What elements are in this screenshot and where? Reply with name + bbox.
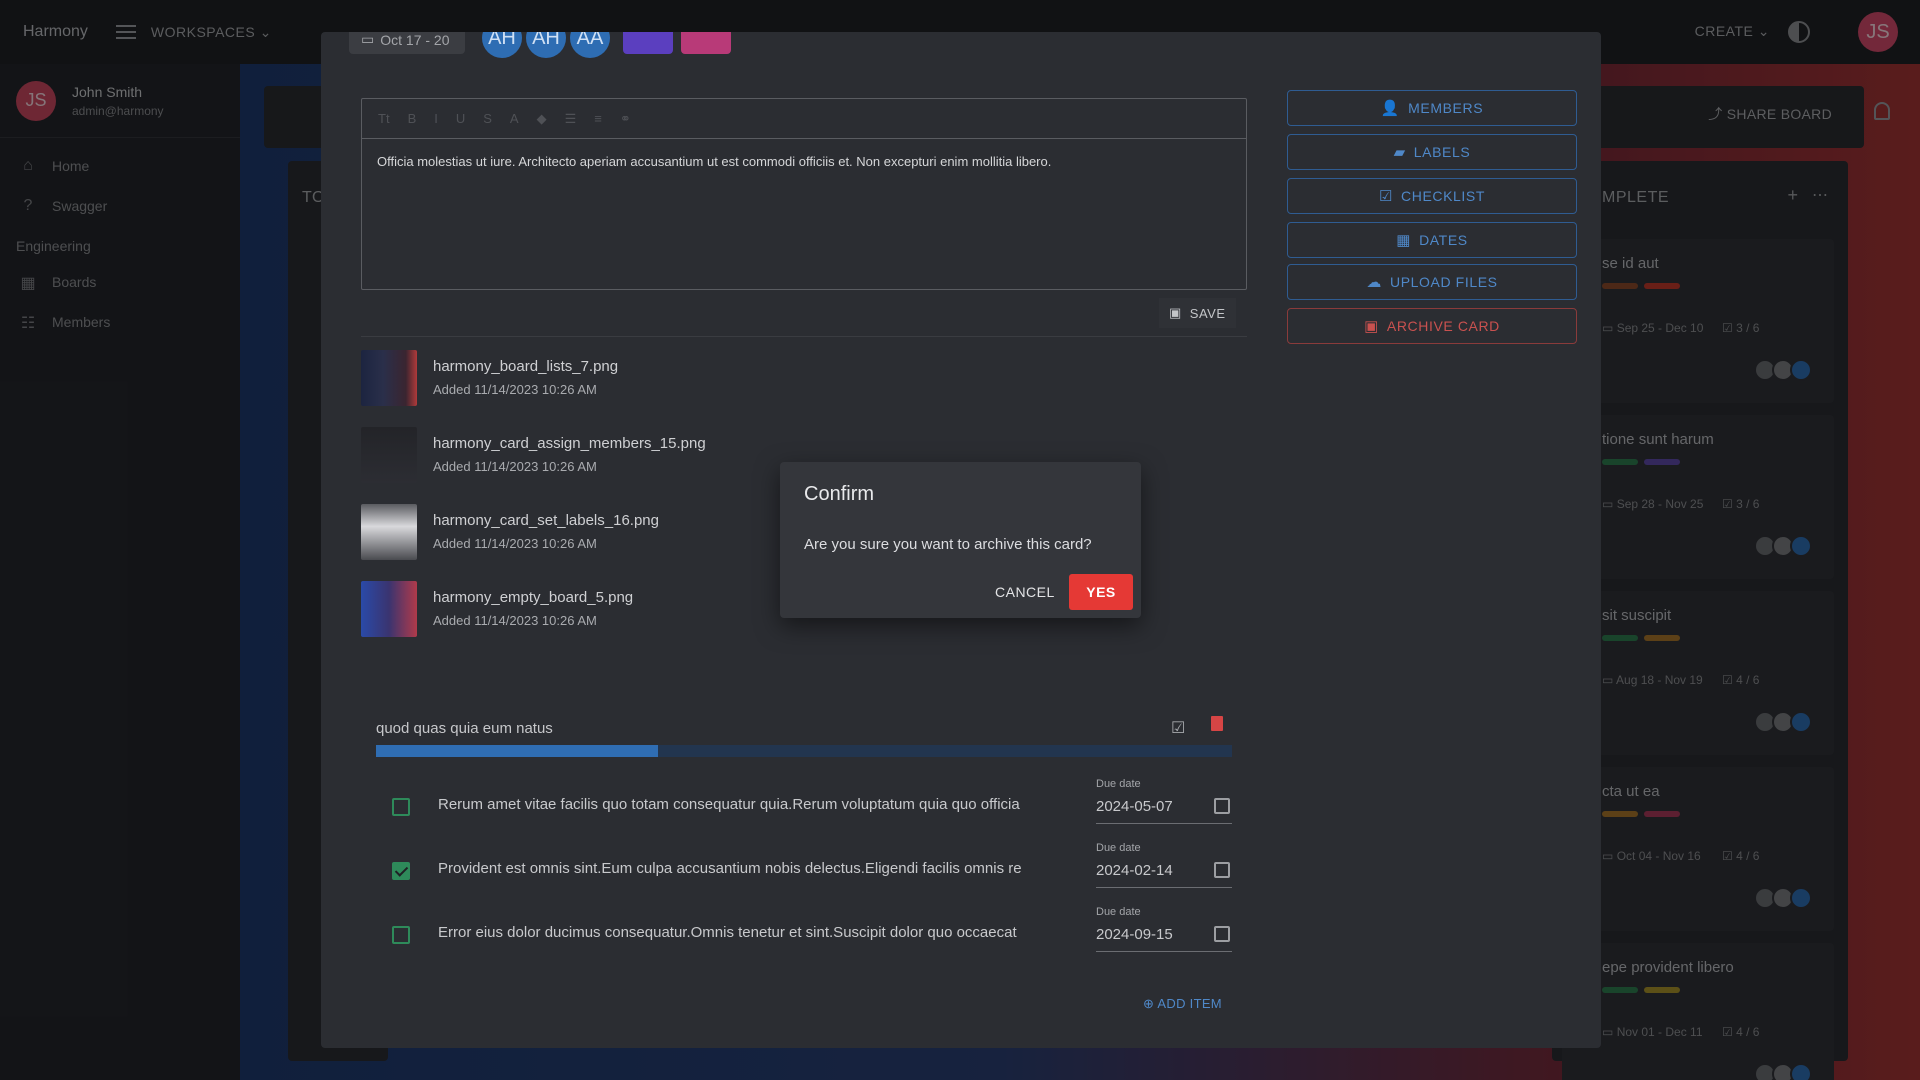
attachment-thumbnail bbox=[361, 504, 417, 560]
checkbox[interactable] bbox=[392, 798, 410, 816]
confirm-yes-button[interactable]: YES bbox=[1069, 574, 1133, 610]
dates-button[interactable]: ▦ DATES bbox=[1287, 222, 1577, 258]
editor-toolbar: Tt B I U S A ◆ ☰ ≡ ⚭ bbox=[362, 99, 1246, 139]
attachment-date: Added 11/14/2023 10:26 AM bbox=[433, 613, 597, 628]
text-color-icon[interactable]: A bbox=[510, 111, 519, 126]
italic-icon[interactable]: I bbox=[434, 111, 438, 126]
save-label: SAVE bbox=[1189, 305, 1226, 321]
checklist-icon: ☑ bbox=[1378, 188, 1394, 205]
checklist-progress-bar bbox=[376, 745, 1232, 757]
label-chip[interactable] bbox=[623, 32, 673, 54]
dialog-message: Are you sure you want to archive this ca… bbox=[804, 536, 1092, 553]
attachment-date: Added 11/14/2023 10:26 AM bbox=[433, 536, 597, 551]
archive-icon: ▣ bbox=[1364, 318, 1379, 335]
checklist-button[interactable]: ☑ CHECKLIST bbox=[1287, 178, 1577, 214]
calendar-icon: ▦ bbox=[1396, 232, 1412, 249]
checklist-item: Error eius dolor ducimus consequatur.Omn… bbox=[376, 902, 1232, 962]
add-circle-icon: ⊕ bbox=[1143, 996, 1155, 1011]
attachment-name: harmony_card_set_labels_16.png bbox=[433, 512, 659, 529]
due-date-label: Due date bbox=[1096, 842, 1141, 854]
date-chip-label: Oct 17 - 20 bbox=[380, 32, 450, 48]
confirm-dialog: Confirm Are you sure you want to archive… bbox=[780, 462, 1141, 618]
calendar-icon[interactable] bbox=[1214, 862, 1230, 878]
checkbox[interactable] bbox=[392, 862, 410, 880]
calendar-icon[interactable] bbox=[1214, 798, 1230, 814]
delete-icon[interactable] bbox=[1211, 716, 1223, 731]
action-label: DATES bbox=[1419, 232, 1468, 248]
date-chip[interactable]: ▭ Oct 17 - 20 bbox=[349, 32, 465, 54]
attachment-date: Added 11/14/2023 10:26 AM bbox=[433, 459, 597, 474]
due-date-label: Due date bbox=[1096, 778, 1141, 790]
due-date-field[interactable]: 2024-02-14 bbox=[1096, 862, 1232, 888]
save-button[interactable]: ▣ SAVE bbox=[1159, 298, 1236, 328]
checklist-title: quod quas quia eum natus bbox=[376, 720, 553, 737]
archive-card-button[interactable]: ▣ ARCHIVE CARD bbox=[1287, 308, 1577, 344]
numbered-list-icon[interactable]: ≡ bbox=[594, 111, 602, 126]
due-date-field[interactable]: 2024-09-15 bbox=[1096, 926, 1232, 952]
text-style-icon[interactable]: Tt bbox=[378, 111, 390, 126]
members-button[interactable]: 👤 MEMBERS bbox=[1287, 90, 1577, 126]
action-label: LABELS bbox=[1413, 144, 1471, 160]
list-icon[interactable]: ☰ bbox=[565, 111, 577, 127]
highlight-icon[interactable]: ◆ bbox=[537, 111, 547, 127]
save-icon: ▣ bbox=[1169, 305, 1182, 320]
attachment-thumbnail bbox=[361, 350, 417, 406]
attachment-thumbnail bbox=[361, 581, 417, 637]
due-date-field[interactable]: 2024-05-07 bbox=[1096, 798, 1232, 824]
calendar-icon: ▭ bbox=[361, 32, 375, 47]
attachment-name: harmony_card_assign_members_15.png bbox=[433, 435, 706, 452]
description-text[interactable]: Officia molestias ut iure. Architecto ap… bbox=[362, 139, 1246, 185]
add-item-label: ADD ITEM bbox=[1157, 996, 1222, 1011]
bold-icon[interactable]: B bbox=[408, 111, 417, 126]
action-label: MEMBERS bbox=[1408, 100, 1484, 116]
member-avatar[interactable]: AH bbox=[482, 32, 522, 58]
labels-button[interactable]: ▰ LABELS bbox=[1287, 134, 1577, 170]
checklist-toggle-icon[interactable]: ☑ bbox=[1171, 718, 1185, 738]
due-date-label: Due date bbox=[1096, 906, 1141, 918]
checklist-item-text[interactable]: Rerum amet vitae facilis quo totam conse… bbox=[438, 796, 1074, 813]
description-editor[interactable]: Tt B I U S A ◆ ☰ ≡ ⚭ Officia molestias ut iure. A… bbox=[361, 98, 1247, 290]
due-date-value: 2024-09-15 bbox=[1096, 926, 1173, 943]
checklist-item: Rerum amet vitae facilis quo totam conse… bbox=[376, 774, 1232, 834]
attachment-thumbnail bbox=[361, 427, 417, 483]
cancel-button[interactable]: CANCEL bbox=[985, 574, 1065, 610]
upload-files-button[interactable]: ☁ UPLOAD FILES bbox=[1287, 264, 1577, 300]
action-label: UPLOAD FILES bbox=[1390, 274, 1498, 290]
attachment-date: Added 11/14/2023 10:26 AM bbox=[433, 382, 597, 397]
action-label: CHECKLIST bbox=[1401, 188, 1486, 204]
dialog-title: Confirm bbox=[804, 483, 875, 505]
member-avatar[interactable]: AA bbox=[570, 32, 610, 58]
strikethrough-icon[interactable]: S bbox=[483, 111, 492, 126]
cloud-upload-icon: ☁ bbox=[1366, 274, 1383, 291]
add-item-button[interactable]: ⊕ ADD ITEM bbox=[1143, 996, 1222, 1012]
underline-icon[interactable]: U bbox=[456, 111, 465, 126]
label-icon: ▰ bbox=[1393, 144, 1406, 161]
action-label: ARCHIVE CARD bbox=[1386, 318, 1500, 334]
checkbox[interactable] bbox=[392, 926, 410, 944]
due-date-value: 2024-05-07 bbox=[1096, 798, 1173, 815]
progress-fill bbox=[376, 745, 659, 757]
checklist-item: Provident est omnis sint.Eum culpa accus… bbox=[376, 838, 1232, 898]
add-member-icon: 👤 bbox=[1380, 100, 1401, 117]
checklist-item-text[interactable]: Provident est omnis sint.Eum culpa accus… bbox=[438, 860, 1074, 877]
calendar-icon[interactable] bbox=[1214, 926, 1230, 942]
attachment-name: harmony_board_lists_7.png bbox=[433, 358, 619, 375]
due-date-value: 2024-02-14 bbox=[1096, 862, 1173, 879]
label-chip[interactable] bbox=[681, 32, 731, 54]
divider bbox=[361, 336, 1247, 337]
link-icon[interactable]: ⚭ bbox=[620, 111, 631, 127]
attachment-item[interactable]: harmony_board_lists_7.png Added 11/14/20… bbox=[361, 350, 961, 406]
member-avatar[interactable]: AH bbox=[526, 32, 566, 58]
checklist-item-text[interactable]: Error eius dolor ducimus consequatur.Omn… bbox=[438, 924, 1074, 941]
attachment-name: harmony_empty_board_5.png bbox=[433, 589, 634, 606]
